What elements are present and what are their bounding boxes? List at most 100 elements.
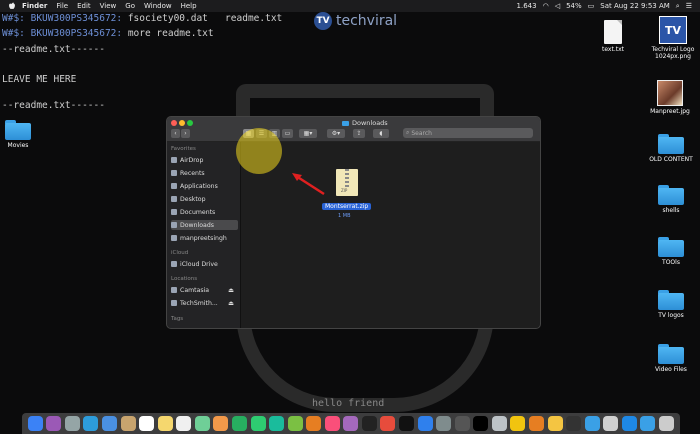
window-title: Downloads [342, 119, 388, 127]
activity-monitor-icon[interactable] [566, 416, 582, 431]
menu-finder[interactable]: Finder [22, 2, 47, 10]
chrome-icon[interactable] [547, 416, 563, 431]
volume-icon[interactable]: ◁ [555, 2, 560, 10]
mail-icon[interactable] [102, 416, 118, 431]
red-arrow-annotation [292, 173, 325, 196]
documents-icon[interactable] [640, 416, 656, 431]
image-capture-icon[interactable] [603, 416, 619, 431]
podcasts-icon[interactable] [343, 416, 359, 431]
tags-button[interactable]: ◖ [373, 129, 389, 138]
messages-icon[interactable] [231, 416, 247, 431]
desktop-folder-old-content[interactable]: OLD CONTENT [636, 134, 700, 163]
airdrop-icon [171, 157, 177, 163]
share-button[interactable]: ⇪ [353, 129, 365, 138]
app-store-icon[interactable] [417, 416, 433, 431]
menu-window[interactable]: Window [144, 2, 172, 10]
chrome-canary-icon[interactable] [510, 416, 526, 431]
sidebar-item-icloud-drive[interactable]: iCloud Drive [171, 259, 238, 269]
calendar-icon[interactable] [139, 416, 155, 431]
dock [22, 413, 680, 434]
maps-icon[interactable] [194, 416, 210, 431]
net-speed-indicator[interactable]: 1.643 [517, 2, 537, 10]
battery-icon[interactable]: ▭ [588, 2, 595, 10]
contacts-icon[interactable] [120, 416, 136, 431]
sidebar-item-desktop[interactable]: Desktop [171, 194, 238, 204]
menu-view[interactable]: View [100, 2, 117, 10]
apple-tv-icon[interactable] [361, 416, 377, 431]
menu-help[interactable]: Help [181, 2, 197, 10]
minimize-button[interactable] [179, 120, 185, 126]
eject-icon[interactable]: ⏏ [228, 287, 234, 294]
notes-icon[interactable] [157, 416, 173, 431]
zip-file-icon[interactable]: ZIP [336, 169, 358, 196]
desktop-folder-movies[interactable]: Movies [0, 120, 53, 149]
folder-icon [5, 120, 31, 140]
control-center-icon[interactable]: ☰ [686, 2, 692, 10]
news-icon[interactable] [380, 416, 396, 431]
battery-percent[interactable]: 54% [566, 2, 582, 10]
action-gear-button[interactable]: ⚙▾ [327, 129, 345, 138]
facetime-icon[interactable] [250, 416, 266, 431]
search-icon: ⌕ [406, 129, 410, 136]
section-icloud: iCloud [171, 250, 189, 256]
downloads-folder-icon[interactable] [584, 416, 600, 431]
desktop-file-manpreet[interactable]: Manpreet.jpg [635, 80, 700, 115]
sidebar-item-recents[interactable]: Recents [171, 168, 238, 178]
desktop-folder-tools[interactable]: TOOls [636, 237, 700, 266]
sidebar-item-home[interactable]: manpreetsingh [171, 233, 238, 243]
clock[interactable]: Sat Aug 22 9:53 AM [600, 2, 670, 10]
wifi-icon[interactable]: ◠ [543, 2, 549, 10]
sidebar-item-techsmith[interactable]: TechSmith... ⏏ [171, 298, 238, 308]
zoom-button[interactable] [187, 120, 193, 126]
finder-toolbar: Downloads ‹ › ▦ ☰ ▥ ▭ ▦▾ ⚙▾ ⇪ ◖ ⌕ Search [167, 117, 540, 142]
menu-bar: Finder File Edit View Go Window Help 1.6… [0, 0, 700, 12]
preferences-icon[interactable] [436, 416, 452, 431]
desktop-folder-shells[interactable]: shells [636, 185, 700, 214]
edge-icon[interactable] [621, 416, 637, 431]
home-icon [171, 235, 177, 241]
preview-icon[interactable] [491, 416, 507, 431]
terminal-line: --readme.txt------ [2, 44, 105, 55]
itunes-icon[interactable] [324, 416, 340, 431]
photos-icon[interactable] [213, 416, 229, 431]
sidebar-item-downloads[interactable]: Downloads [171, 220, 238, 230]
back-button[interactable]: ‹ [171, 129, 180, 138]
reminders-icon[interactable] [176, 416, 192, 431]
firefox-icon[interactable] [528, 416, 544, 431]
camtasia-icon[interactable] [269, 416, 285, 431]
sidebar-item-documents[interactable]: Documents [171, 207, 238, 217]
section-tags: Tags [171, 316, 184, 322]
sidebar-item-camtasia[interactable]: Camtasia ⏏ [171, 285, 238, 295]
cloud-icon [171, 261, 177, 267]
forward-button[interactable]: › [181, 129, 190, 138]
techviral-logo-icon: TV [314, 12, 332, 30]
launchpad-icon[interactable] [64, 416, 80, 431]
menu-go[interactable]: Go [125, 2, 135, 10]
safari-icon[interactable] [83, 416, 99, 431]
desktop-folder-tv-logos[interactable]: TV logos [636, 290, 700, 319]
close-button[interactable] [171, 120, 177, 126]
finder-icon[interactable] [27, 416, 43, 431]
gallery-view-button[interactable]: ▭ [282, 129, 293, 138]
image-thumbnail-icon: TV [659, 16, 687, 44]
bluestacks-icon[interactable] [287, 416, 303, 431]
section-locations: Locations [171, 276, 198, 282]
spotlight-icon[interactable]: ⌕ [676, 2, 680, 11]
desktop-file-techviral-logo[interactable]: TV Techviral Logo 1024px.png [638, 16, 700, 60]
eject-icon[interactable]: ⏏ [228, 300, 234, 307]
apple-menu-icon[interactable] [8, 2, 16, 10]
sidebar-item-airdrop[interactable]: AirDrop [171, 155, 238, 165]
group-button[interactable]: ▦▾ [299, 129, 317, 138]
sidebar-item-applications[interactable]: Applications [171, 181, 238, 191]
terminal-icon[interactable] [473, 416, 489, 431]
menu-file[interactable]: File [56, 2, 68, 10]
trash-icon[interactable] [658, 416, 674, 431]
search-field[interactable]: ⌕ Search [403, 128, 533, 138]
menu-edit[interactable]: Edit [77, 2, 91, 10]
file-name-label[interactable]: Montserrat.zip [322, 203, 372, 210]
calculator-icon[interactable] [454, 416, 470, 431]
siri-icon[interactable] [46, 416, 62, 431]
stocks-icon[interactable] [399, 416, 415, 431]
vlc-icon[interactable] [306, 416, 322, 431]
desktop-folder-video-files[interactable]: Video Files [636, 344, 700, 373]
